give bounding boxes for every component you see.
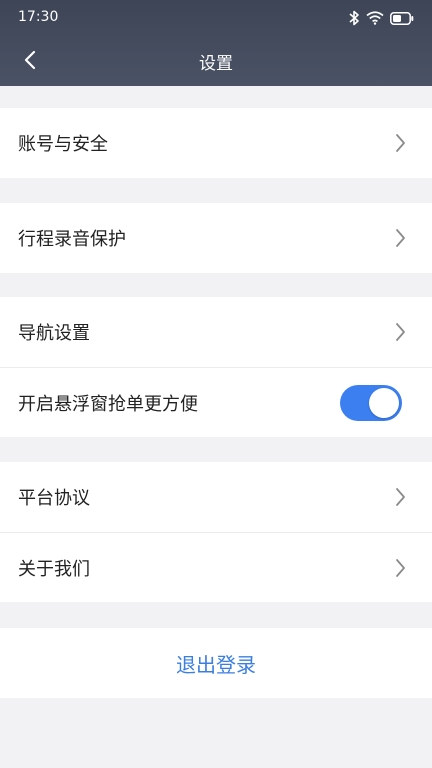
settings-item-label: 关于我们 bbox=[18, 558, 90, 580]
chevron-right-icon bbox=[396, 558, 405, 577]
floating-window-toggle[interactable] bbox=[340, 384, 402, 421]
page-title: 设置 bbox=[199, 54, 233, 74]
settings-item-floating-window: 开启悬浮窗抢单更方便 bbox=[0, 367, 432, 437]
settings-item-platform-agreement[interactable]: 平台协议 bbox=[0, 462, 432, 532]
status-bar: 17:30 bbox=[0, 0, 432, 34]
settings-item-trip-recording[interactable]: 行程录音保护 bbox=[0, 203, 432, 273]
settings-group-navigation: 导航设置 开启悬浮窗抢单更方便 bbox=[0, 297, 432, 437]
settings-group-recording: 行程录音保护 bbox=[0, 203, 432, 273]
settings-group-account: 账号与安全 bbox=[0, 108, 432, 178]
logout-label: 退出登录 bbox=[176, 652, 256, 677]
chevron-right-icon bbox=[396, 323, 405, 341]
logout-button[interactable]: 退出登录 bbox=[0, 628, 432, 698]
status-time: 17:30 bbox=[18, 9, 59, 25]
settings-item-navigation[interactable]: 导航设置 bbox=[0, 297, 432, 367]
app-header: 17:30 设置 bbox=[0, 0, 432, 86]
settings-item-label: 行程录音保护 bbox=[18, 229, 126, 250]
bluetooth-icon bbox=[349, 10, 359, 26]
settings-item-account-security[interactable]: 账号与安全 bbox=[0, 108, 432, 178]
chevron-right-icon bbox=[396, 134, 405, 152]
wifi-icon bbox=[366, 11, 384, 25]
settings-item-label: 平台协议 bbox=[18, 488, 90, 509]
settings-group-about: 平台协议 关于我们 bbox=[0, 462, 432, 602]
settings-item-label: 开启悬浮窗抢单更方便 bbox=[18, 393, 198, 415]
settings-item-label: 导航设置 bbox=[18, 323, 90, 344]
chevron-right-icon bbox=[396, 229, 405, 247]
toggle-knob bbox=[369, 387, 399, 418]
status-icons bbox=[348, 9, 414, 27]
chevron-right-icon bbox=[396, 488, 405, 506]
battery-icon bbox=[390, 11, 414, 25]
settings-item-about-us[interactable]: 关于我们 bbox=[0, 532, 432, 602]
nav-bar: 设置 bbox=[0, 34, 432, 86]
settings-item-label: 账号与安全 bbox=[18, 134, 108, 155]
